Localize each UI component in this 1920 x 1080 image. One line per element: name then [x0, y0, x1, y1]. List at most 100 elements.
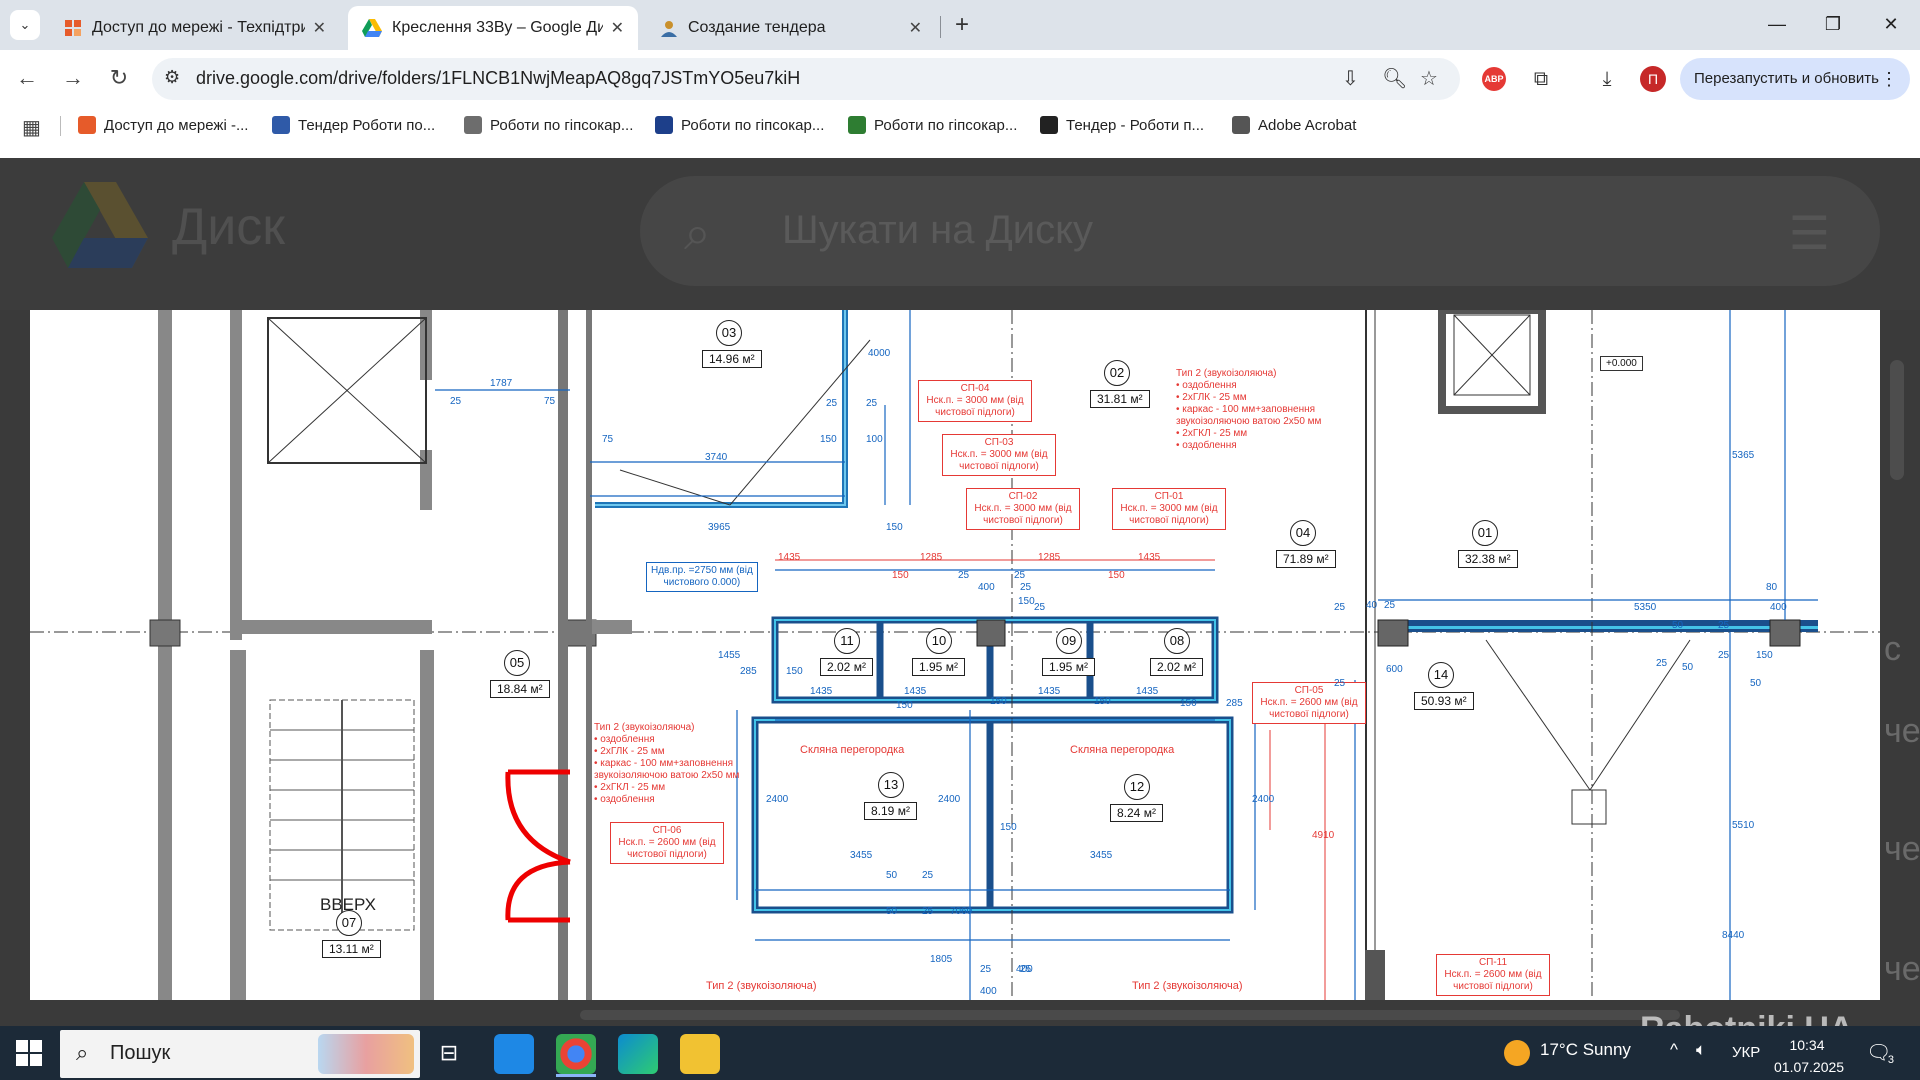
ceiling-callout-line: СП-05	[1294, 685, 1324, 696]
wall-type-line: • оздоблення	[594, 794, 655, 805]
dimension-label: 1455	[718, 650, 741, 661]
bookmark-item[interactable]: Роботи по гіпсокар...	[464, 112, 633, 138]
dimension-label: 7060	[950, 906, 973, 917]
taskbar-search[interactable]: ⌕ Пошук	[60, 1030, 420, 1078]
close-window-icon[interactable]: ✕	[1876, 10, 1906, 40]
ceiling-callout: СП-04 Нск.п. = 3000 мм (від чистової підло…	[918, 380, 1032, 422]
address-bar[interactable]: ⚙ drive.google.com/drive/folders/1FLNCB1…	[152, 58, 1460, 100]
dimension-label: 150	[1018, 596, 1035, 607]
chrome-app-icon[interactable]	[556, 1034, 596, 1074]
glass-partition-label: Скляна перегородка	[1070, 744, 1175, 756]
extensions-puzzle-icon[interactable]: ⧉	[1526, 64, 1556, 94]
back-arrow-icon[interactable]: ←	[12, 64, 42, 94]
bookmark-item[interactable]: Доступ до мережі -...	[78, 112, 248, 138]
drive-search-bar[interactable]: ⌕ Шукати на Диску ☰	[640, 176, 1880, 286]
room-number: 03	[716, 320, 742, 346]
bookmark-favicon-icon	[1232, 116, 1250, 134]
wall-type-line: звукоізоляючою ватою 2х50 мм	[594, 770, 740, 781]
bookmark-item[interactable]: Роботи по гіпсокар...	[848, 112, 1017, 138]
weather-sun-icon[interactable]	[1504, 1040, 1530, 1066]
dimension-label: 400	[980, 986, 997, 997]
file-explorer-icon[interactable]	[680, 1034, 720, 1074]
forward-arrow-icon[interactable]: →	[58, 64, 88, 94]
ceiling-callout-line: Нск.п. = 3000 мм (від	[950, 449, 1048, 460]
site-settings-icon[interactable]: ⚙	[164, 67, 180, 88]
telegram-app-icon[interactable]	[494, 1034, 534, 1074]
tab-create-tender[interactable]: Создание тендера ✕	[646, 6, 936, 50]
new-tab-button[interactable]: +	[948, 12, 976, 40]
clock[interactable]: 10:34 01.07.2025	[1774, 1034, 1844, 1078]
bookmark-favicon-icon	[78, 116, 96, 134]
ceiling-callout-line: чистової підлоги)	[935, 407, 1015, 418]
relaunch-label: Перезапустить и обновить	[1694, 70, 1879, 87]
bookmark-item[interactable]: Тендер - Роботи п...	[1040, 112, 1204, 138]
dimension-label: 1435	[778, 552, 801, 563]
dimension-label: 25	[1384, 600, 1396, 611]
close-icon[interactable]: ✕	[909, 18, 922, 38]
windows-start-icon[interactable]	[14, 1038, 44, 1068]
tab-drive-folder[interactable]: Креслення 33Ву – Google Диск ✕	[348, 6, 638, 50]
minimize-icon[interactable]: —	[1762, 10, 1792, 40]
tab-title: Создание тендера	[688, 19, 826, 36]
dimension-label: 25	[1034, 602, 1046, 613]
ceiling-callout-line: Нск.п. = 2600 мм (від	[1260, 697, 1358, 708]
dimension-label: 150	[1108, 570, 1125, 581]
dimension-label: 1787	[490, 378, 513, 389]
notifications-icon[interactable]: 🗨︎ 3	[1866, 1040, 1894, 1066]
dimension-label: 25	[826, 398, 838, 409]
dimension-label: 25	[922, 906, 934, 917]
room-number: 09	[1056, 628, 1082, 654]
dimension-label: 1435	[904, 686, 927, 697]
profile-avatar[interactable]: П	[1640, 66, 1666, 92]
volume-icon[interactable]: 🔈︎	[1696, 1040, 1706, 1060]
tray-chevron-icon[interactable]: ^	[1670, 1040, 1678, 1060]
dimension-label: 25	[1334, 678, 1346, 689]
close-icon[interactable]: ✕	[313, 18, 326, 38]
dimension-label: 50	[1750, 678, 1762, 689]
dimension-label: 400	[1016, 964, 1033, 975]
room-number: 12	[1124, 774, 1150, 800]
url-text[interactable]: drive.google.com/drive/folders/1FLNCB1Nw…	[196, 68, 800, 89]
close-icon[interactable]: ✕	[611, 18, 624, 38]
dimension-label: 1285	[920, 552, 943, 563]
edge-text: с	[1884, 630, 1901, 668]
wall-type-short: Тип 2 (звукоізоляюча)	[1132, 980, 1243, 992]
dimension-label: 25	[866, 398, 878, 409]
tab-search-button[interactable]: ⌄	[10, 10, 40, 40]
edge-app-icon[interactable]	[618, 1034, 658, 1074]
ceiling-callout: СП-05 Нск.п. = 2600 мм (від чистової підло…	[1252, 682, 1366, 724]
star-icon[interactable]: ☆	[1420, 66, 1438, 91]
door-note-line: Ндв.пр. =2750 мм (від	[651, 565, 753, 576]
language-indicator[interactable]: УКР	[1732, 1044, 1760, 1061]
ceiling-callout-line: чистової підлоги)	[1453, 981, 1533, 992]
bookmark-label: Роботи по гіпсокар...	[681, 116, 825, 134]
zoom-icon[interactable]: 🔍︎	[1382, 66, 1407, 91]
reload-icon[interactable]: ↻	[104, 64, 134, 94]
dimension-label: 50	[886, 906, 898, 917]
adblock-plus-icon[interactable]: ABP	[1482, 67, 1506, 91]
search-icon[interactable]: ⌕	[684, 206, 711, 262]
vertical-scrollbar[interactable]	[1890, 360, 1904, 480]
weather-text[interactable]: 17°C Sunny	[1540, 1040, 1631, 1060]
install-app-icon[interactable]: ⇩	[1342, 66, 1359, 91]
edge-text: че	[1884, 950, 1920, 988]
relaunch-update-button[interactable]: Перезапустить и обновить ⋮	[1680, 58, 1910, 100]
room-area: 1.95 м²	[1042, 658, 1095, 676]
room-area: 32.38 м²	[1458, 550, 1518, 568]
tab-network-access[interactable]: Доступ до мережі - Техпідтрима ✕	[50, 6, 340, 50]
room-area: 8.24 м²	[1110, 804, 1163, 822]
horizontal-scrollbar[interactable]	[580, 1010, 1680, 1020]
download-icon[interactable]: ⤓	[1592, 64, 1622, 94]
dimension-label: 150	[1000, 822, 1017, 833]
bookmark-item[interactable]: Adobe Acrobat	[1232, 112, 1356, 138]
drawing-preview[interactable]: ВВЕРХ 03 14.96 м² 02 31.81 м² 04 71.89 м…	[30, 310, 1880, 1000]
restore-icon[interactable]: ❐	[1818, 10, 1848, 40]
bookmark-item[interactable]: Тендер Роботи по...	[272, 112, 435, 138]
task-view-icon[interactable]: ⊟	[434, 1040, 464, 1070]
apps-grid-icon[interactable]: ▦	[22, 115, 41, 140]
room-area: 2.02 м²	[820, 658, 873, 676]
more-menu-icon[interactable]: ⋮	[1880, 58, 1898, 100]
filter-tune-icon[interactable]: ☰	[1789, 206, 1830, 260]
dimension-label: 2400	[1252, 794, 1275, 805]
bookmark-item[interactable]: Роботи по гіпсокар...	[655, 112, 824, 138]
